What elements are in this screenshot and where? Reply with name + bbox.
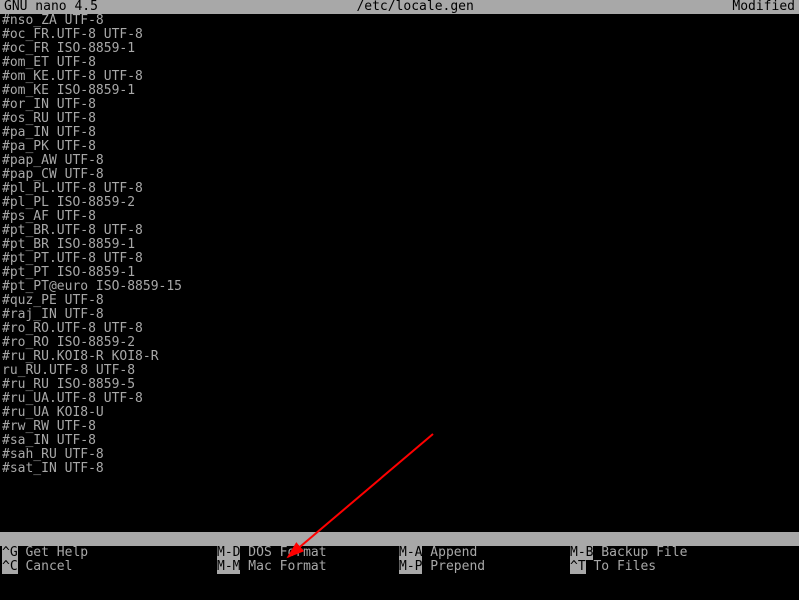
shortcut-get-help[interactable]: ^G Get Help (2, 546, 217, 560)
file-line: #pt_PT.UTF-8 UTF-8 (2, 252, 797, 266)
file-line: #pap_CW UTF-8 (2, 168, 797, 182)
shortcut-bar: ^G Get Help M-D DOS Format M-A Append M-… (0, 546, 799, 574)
file-line: #os_RU UTF-8 (2, 112, 797, 126)
file-line: #ru_UA.UTF-8 UTF-8 (2, 392, 797, 406)
shortcut-desc: Backup File (593, 546, 687, 560)
shortcut-desc: Prepend (422, 560, 485, 574)
shortcut-row-2: ^C Cancel M-M Mac Format M-P Prepend ^T … (2, 560, 797, 574)
shortcut-key: ^G (2, 546, 18, 560)
file-line: #ru_UA KOI8-U (2, 406, 797, 420)
title-bar: GNU nano 4.5 /etc/locale.gen Modified (0, 0, 799, 14)
shortcut-key: ^C (2, 560, 18, 574)
file-line: #raj_IN UTF-8 (2, 308, 797, 322)
file-line: ru_RU.UTF-8 UTF-8 (2, 364, 797, 378)
file-line: #ru_RU.KOI8-R KOI8-R (2, 350, 797, 364)
file-line: #pa_PK UTF-8 (2, 140, 797, 154)
shortcut-key: M-D (217, 546, 240, 560)
file-line: #pt_BR.UTF-8 UTF-8 (2, 224, 797, 238)
shortcut-dos-format[interactable]: M-D DOS Format (217, 546, 399, 560)
shortcut-key: M-A (399, 546, 422, 560)
file-line: #pt_BR ISO-8859-1 (2, 238, 797, 252)
shortcut-desc: Mac Format (240, 560, 326, 574)
file-line: #pt_PT ISO-8859-1 (2, 266, 797, 280)
shortcut-desc: Cancel (18, 560, 73, 574)
shortcut-to-files[interactable]: ^T To Files (570, 560, 656, 574)
file-line: #sa_IN UTF-8 (2, 434, 797, 448)
file-line: #ru_RU ISO-8859-5 (2, 378, 797, 392)
file-line: #om_ET UTF-8 (2, 56, 797, 70)
file-line: #nso_ZA UTF-8 (2, 14, 797, 28)
file-line: #or_IN UTF-8 (2, 98, 797, 112)
file-line: #oc_FR.UTF-8 UTF-8 (2, 28, 797, 42)
shortcut-append[interactable]: M-A Append (399, 546, 570, 560)
file-line: #om_KE ISO-8859-1 (2, 84, 797, 98)
shortcut-key: M-P (399, 560, 422, 574)
file-line: #pa_IN UTF-8 (2, 126, 797, 140)
shortcut-backup-file[interactable]: M-B Backup File (570, 546, 687, 560)
file-line: #ro_RO.UTF-8 UTF-8 (2, 322, 797, 336)
file-line: #pl_PL ISO-8859-2 (2, 196, 797, 210)
file-line: #pap_AW UTF-8 (2, 154, 797, 168)
shortcut-key: M-M (217, 560, 240, 574)
app-name: GNU nano 4.5 (4, 0, 98, 14)
file-line: #pl_PL.UTF-8 UTF-8 (2, 182, 797, 196)
modified-indicator: Modified (732, 0, 795, 14)
shortcut-prepend[interactable]: M-P Prepend (399, 560, 570, 574)
file-name-prompt: File Name to Write: /etc/locale.gen (0, 532, 799, 546)
shortcut-row-1: ^G Get Help M-D DOS Format M-A Append M-… (2, 546, 797, 560)
shortcut-desc: To Files (586, 560, 656, 574)
shortcut-mac-format[interactable]: M-M Mac Format (217, 560, 399, 574)
shortcut-desc: Get Help (18, 546, 88, 560)
editor-content[interactable]: #nso_ZA UTF-8#oc_FR.UTF-8 UTF-8#oc_FR IS… (0, 14, 799, 476)
file-line: #ro_RO ISO-8859-2 (2, 336, 797, 350)
shortcut-desc: DOS Format (240, 546, 326, 560)
file-line: #oc_FR ISO-8859-1 (2, 42, 797, 56)
file-line: #sat_IN UTF-8 (2, 462, 797, 476)
file-line: #rw_RW UTF-8 (2, 420, 797, 434)
shortcut-cancel[interactable]: ^C Cancel (2, 560, 217, 574)
file-line: #quz_PE UTF-8 (2, 294, 797, 308)
file-line: #om_KE.UTF-8 UTF-8 (2, 70, 797, 84)
shortcut-key: ^T (570, 560, 586, 574)
file-line: #ps_AF UTF-8 (2, 210, 797, 224)
file-line: #pt_PT@euro ISO-8859-15 (2, 280, 797, 294)
shortcut-desc: Append (422, 546, 477, 560)
file-path: /etc/locale.gen (98, 0, 732, 14)
file-line: #sah_RU UTF-8 (2, 448, 797, 462)
shortcut-key: M-B (570, 546, 593, 560)
